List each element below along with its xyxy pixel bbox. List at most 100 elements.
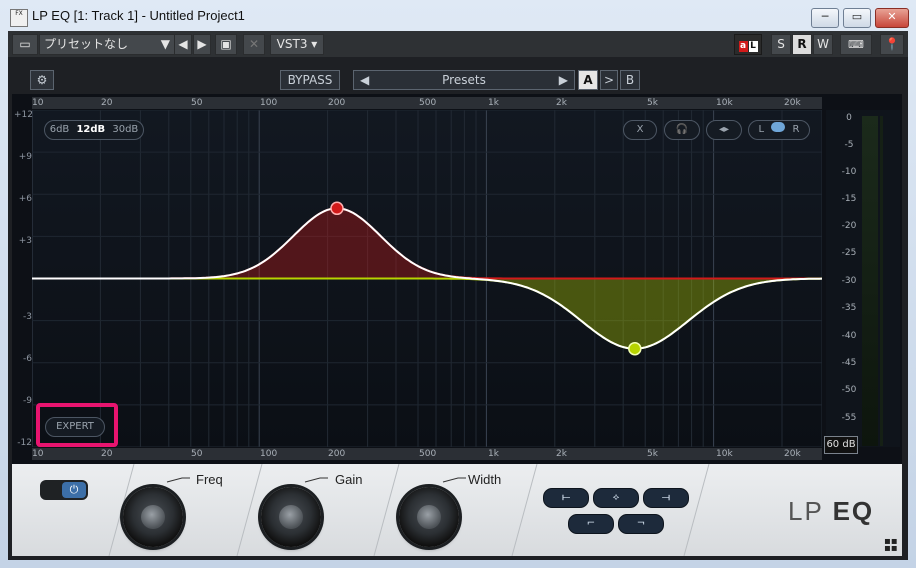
- freq-label: 20k: [784, 449, 801, 459]
- freq-label: 20k: [784, 98, 801, 108]
- presets-bar[interactable]: ◀ Presets ▶: [353, 70, 575, 90]
- stereo-left-label: L: [758, 124, 765, 135]
- slot-a-button[interactable]: A: [578, 70, 598, 90]
- range-12db[interactable]: 12dB: [76, 124, 105, 135]
- freq-knob-label: Freq: [196, 472, 223, 487]
- app-icon: FX: [10, 9, 28, 27]
- filter-peak-button[interactable]: ⟡: [593, 488, 639, 508]
- filter-highcut-button[interactable]: ⟞: [643, 488, 689, 508]
- freq-label: 5k: [647, 98, 658, 108]
- db-label: -3: [23, 312, 32, 322]
- filter-highshelf-button[interactable]: ¬: [618, 514, 664, 534]
- lowshelf-shape-icon: ⌐: [586, 518, 596, 529]
- link-icon: [771, 122, 786, 132]
- keyboard-button[interactable]: ⌨: [840, 34, 872, 55]
- presets-next-icon: ▶: [558, 73, 568, 87]
- plugin-window: FX LP EQ [1: Track 1] - Untitled Project…: [0, 0, 916, 568]
- keyboard-icon: ⌨: [848, 38, 864, 51]
- maximize-button[interactable]: ▭: [843, 8, 871, 28]
- freq-label: 2k: [556, 98, 567, 108]
- monitor-button-l[interactable]: aL: [734, 34, 762, 55]
- menu-icon: ▭: [19, 37, 31, 51]
- meter-range-button[interactable]: 60 dB: [824, 436, 858, 454]
- filter-lowcut-button[interactable]: ⟝: [543, 488, 589, 508]
- logo-lp: LP: [788, 496, 824, 526]
- listen-button[interactable]: 🎧: [664, 120, 700, 140]
- pin-icon: 📍: [884, 37, 900, 51]
- freq-label: 20: [101, 98, 113, 108]
- filter-lowshelf-button[interactable]: ⌐: [568, 514, 614, 534]
- pin-button[interactable]: 📍: [880, 34, 904, 55]
- highcut-shape-icon: ⟞: [661, 492, 671, 503]
- meter-label: -25: [841, 248, 857, 258]
- headphones-icon: 🎧: [675, 124, 689, 135]
- save-preset-button[interactable]: ▣: [215, 34, 237, 55]
- plugin-topbar: ⚙ BYPASS ◀ Presets ▶ A > B: [12, 64, 902, 94]
- meter-label: -45: [841, 358, 857, 368]
- meter-label: -35: [841, 303, 857, 313]
- slot-b-button[interactable]: B: [620, 70, 640, 90]
- reset-button[interactable]: X: [623, 120, 657, 140]
- range-6db[interactable]: 6dB: [50, 124, 70, 135]
- stereo-right-label: R: [792, 124, 800, 135]
- freq-label: 2k: [556, 449, 567, 459]
- freq-label: 50: [191, 98, 203, 108]
- close-window-button[interactable]: ✕: [875, 8, 909, 28]
- chevron-down-icon: ▼: [160, 37, 170, 51]
- presets-label: Presets: [442, 73, 486, 87]
- stereo-mode-selector[interactable]: L R: [748, 120, 810, 140]
- save-icon: ▣: [220, 37, 232, 51]
- eq-graph[interactable]: [32, 110, 822, 447]
- highshelf-shape-icon: ¬: [636, 518, 646, 529]
- write-button[interactable]: W: [813, 34, 833, 55]
- presets-prev-icon: ◀: [360, 73, 370, 87]
- format-selector[interactable]: VST3 ▾: [270, 34, 324, 55]
- freq-label: 100: [260, 449, 278, 459]
- display-range-selector[interactable]: 6dB 12dB 30dB: [44, 120, 144, 140]
- freq-label: 20: [101, 449, 113, 459]
- logo-eq: EQ: [832, 496, 875, 526]
- db-label: +3: [18, 236, 32, 246]
- gain-knob[interactable]: [261, 487, 321, 547]
- preset-selector[interactable]: プリセットなし ▼: [39, 34, 175, 55]
- copy-ab-button[interactable]: >: [600, 70, 618, 90]
- meter-label: 0: [846, 113, 852, 123]
- title-bar: FX LP EQ [1: Track 1] - Untitled Project…: [0, 0, 916, 32]
- remove-preset-button[interactable]: ✕: [243, 34, 265, 55]
- settings-button[interactable]: ⚙: [30, 70, 54, 90]
- freq-label: 500: [419, 98, 437, 108]
- close-icon: ✕: [248, 37, 260, 51]
- resize-grip-icon[interactable]: ▪▪ ▪▪: [884, 537, 898, 554]
- width-knob[interactable]: [399, 487, 459, 547]
- read-button[interactable]: R: [792, 34, 812, 55]
- band2-handle[interactable]: [628, 341, 642, 356]
- freq-label: 5k: [647, 449, 658, 459]
- solo-button[interactable]: S: [771, 34, 791, 55]
- menu-button[interactable]: ▭: [12, 34, 38, 55]
- meter-label: -20: [841, 221, 857, 231]
- band-power-toggle[interactable]: ⏻: [40, 480, 88, 500]
- prev-preset-button[interactable]: ◀: [174, 34, 192, 55]
- freq-label: 500: [419, 449, 437, 459]
- preset-name: プリセットなし: [44, 37, 129, 51]
- meter-label: -30: [841, 276, 857, 286]
- range-30db[interactable]: 30dB: [112, 124, 138, 135]
- band-navigation[interactable]: ◂▸: [706, 120, 742, 140]
- freq-knob[interactable]: [123, 487, 183, 547]
- gear-icon: ⚙: [36, 73, 48, 87]
- window-title: LP EQ [1: Track 1] - Untitled Project1: [32, 8, 245, 23]
- db-label: -6: [23, 354, 32, 364]
- freq-scale-top: 10 20 50 100 200 500 1k 2k 5k 10k 20k: [32, 97, 822, 109]
- band1-handle[interactable]: [330, 201, 344, 216]
- meter-bar-right: [880, 116, 883, 446]
- freq-label: 100: [260, 98, 278, 108]
- db-label: +9: [18, 152, 32, 162]
- next-preset-button[interactable]: ▶: [193, 34, 211, 55]
- db-label: -9: [23, 396, 32, 406]
- minimize-button[interactable]: ─: [811, 8, 839, 28]
- bypass-button[interactable]: BYPASS: [280, 70, 340, 90]
- freq-label: 200: [328, 98, 346, 108]
- peak-shape-icon: ⟡: [612, 492, 620, 503]
- meter-label: -10: [841, 167, 857, 177]
- width-knob-label: Width: [468, 472, 502, 487]
